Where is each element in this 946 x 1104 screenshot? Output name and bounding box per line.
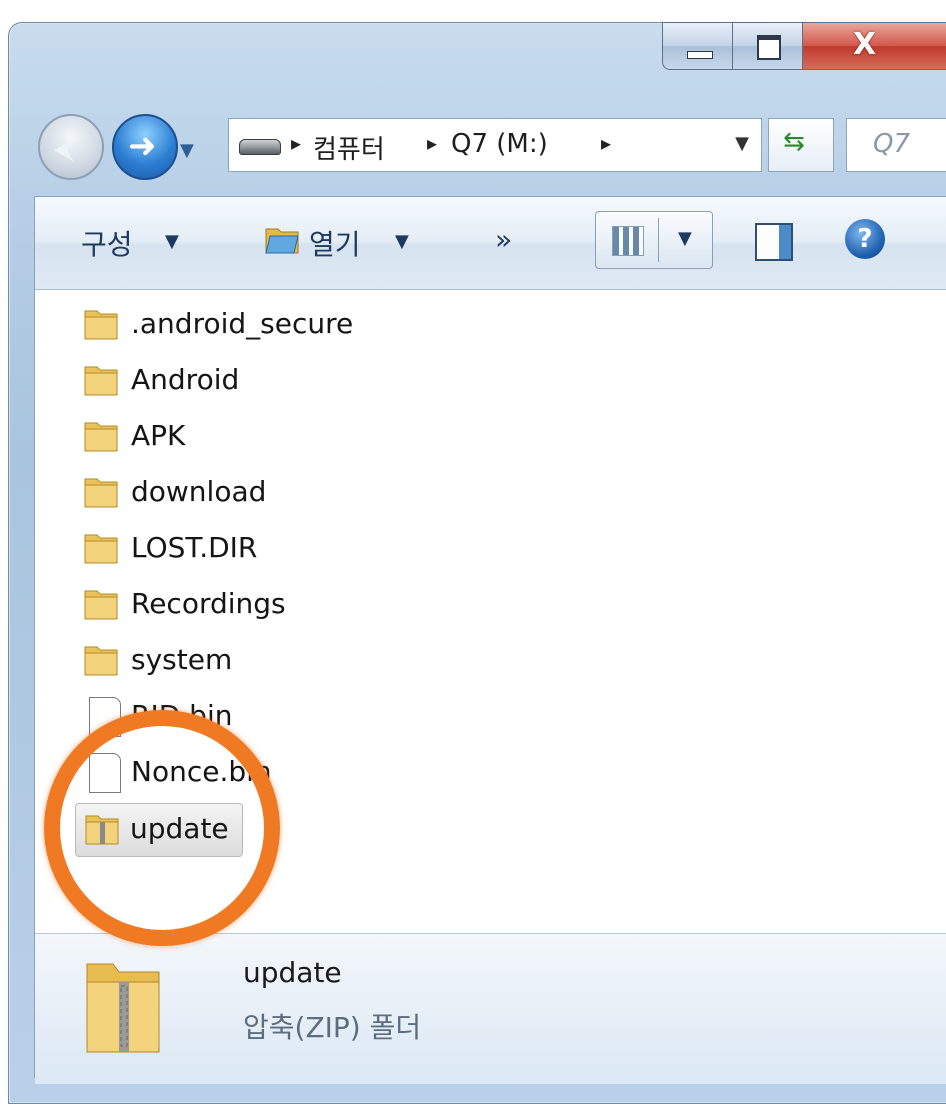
preview-pane-icon[interactable] bbox=[755, 223, 793, 261]
list-item[interactable]: Recordings bbox=[35, 579, 635, 631]
organize-chevron-down-icon: ▼ bbox=[165, 231, 179, 252]
refresh-button[interactable]: ⇆ bbox=[768, 118, 834, 172]
file-name: system bbox=[131, 643, 233, 676]
view-divider bbox=[658, 218, 659, 262]
folder-icon bbox=[84, 422, 118, 452]
back-arrow-icon: ⮜ bbox=[54, 132, 74, 165]
list-item[interactable]: .android_secure bbox=[35, 299, 635, 351]
drive-icon bbox=[239, 139, 281, 155]
file-name: .android_secure bbox=[131, 307, 354, 340]
search-input[interactable]: Q7 bbox=[846, 118, 946, 172]
folder-icon bbox=[84, 534, 118, 564]
list-item[interactable]: Android bbox=[35, 355, 635, 407]
maximize-button[interactable] bbox=[732, 22, 804, 70]
more-commands-button[interactable]: » bbox=[495, 223, 512, 256]
selected-item-name: update bbox=[243, 956, 342, 989]
address-chevron-down-icon[interactable]: ▼ bbox=[735, 133, 749, 154]
list-item[interactable]: LOST.DIR bbox=[35, 523, 635, 575]
maximize-icon bbox=[757, 35, 781, 60]
selected-item-type: 압축(ZIP) 폴더 bbox=[243, 1011, 422, 1044]
navigation-bar: ⮜ ➜ ▼ ▸ 컴퓨터 ▸ Q7 (M:) ▸ ▼ ⇆ Q7 bbox=[0, 100, 946, 200]
file-name: APK bbox=[131, 419, 186, 452]
breadcrumb-separator-icon: ▸ bbox=[601, 131, 612, 155]
file-name: Recordings bbox=[131, 587, 286, 620]
folder-icon bbox=[84, 366, 118, 396]
list-item[interactable]: download bbox=[35, 467, 635, 519]
breadcrumb-separator-icon: ▸ bbox=[291, 131, 302, 155]
list-item[interactable]: APK bbox=[35, 411, 635, 463]
search-placeholder: Q7 bbox=[873, 129, 911, 159]
view-chevron-down-icon[interactable]: ▼ bbox=[678, 228, 692, 249]
address-bar[interactable]: ▸ 컴퓨터 ▸ Q7 (M:) ▸ ▼ bbox=[228, 118, 762, 172]
recent-pages-chevron-down-icon[interactable]: ▼ bbox=[180, 140, 194, 161]
command-toolbar: 구성 ▼ 열기 ▼ » ▼ ? bbox=[35, 197, 946, 290]
file-name: Android bbox=[131, 363, 240, 396]
open-button[interactable]: 열기 bbox=[309, 223, 361, 263]
forward-arrow-icon: ➜ bbox=[128, 126, 157, 166]
breadcrumb-drive[interactable]: Q7 (M:) bbox=[451, 129, 548, 159]
breadcrumb-computer[interactable]: 컴퓨터 bbox=[313, 129, 385, 166]
close-button[interactable]: X bbox=[802, 22, 946, 70]
folder-icon bbox=[84, 590, 118, 620]
file-name: download bbox=[131, 475, 267, 508]
open-folder-icon bbox=[265, 228, 299, 254]
content-pane: 구성 ▼ 열기 ▼ » ▼ ? .android_secure Android … bbox=[34, 196, 946, 1084]
back-button[interactable]: ⮜ bbox=[38, 114, 104, 180]
folder-icon bbox=[84, 646, 118, 676]
folder-icon bbox=[84, 310, 118, 340]
file-name: LOST.DIR bbox=[131, 531, 258, 564]
folder-icon bbox=[84, 478, 118, 508]
close-icon: X bbox=[853, 27, 877, 62]
zip-folder-icon bbox=[86, 963, 160, 1053]
help-icon[interactable]: ? bbox=[845, 219, 885, 259]
minimize-icon bbox=[687, 51, 713, 59]
open-chevron-down-icon: ▼ bbox=[395, 231, 409, 252]
list-item[interactable]: system bbox=[35, 635, 635, 687]
minimize-button[interactable] bbox=[662, 22, 734, 70]
refresh-icon: ⇆ bbox=[783, 127, 805, 157]
organize-button[interactable]: 구성 bbox=[81, 223, 133, 263]
highlight-circle bbox=[44, 710, 280, 946]
change-view-button[interactable]: ▼ bbox=[595, 211, 713, 269]
forward-button[interactable]: ➜ bbox=[112, 114, 178, 180]
view-grid-icon bbox=[612, 226, 644, 256]
breadcrumb-separator-icon: ▸ bbox=[427, 131, 438, 155]
details-pane: update 압축(ZIP) 폴더 bbox=[35, 933, 946, 1084]
